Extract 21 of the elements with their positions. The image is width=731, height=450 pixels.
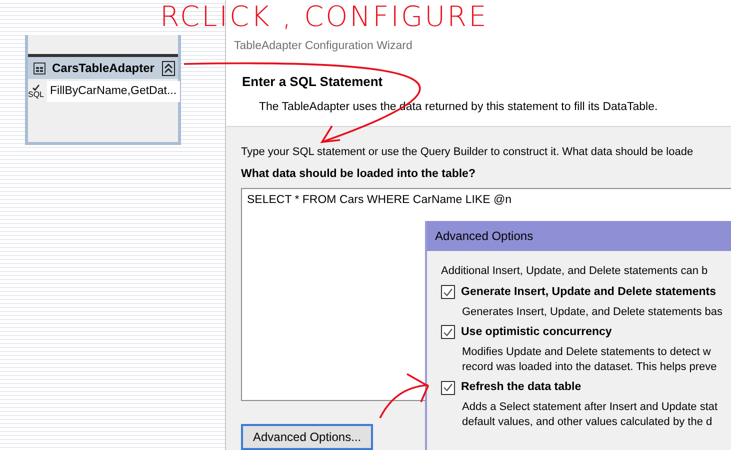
adapter-title: CarsTableAdapter — [52, 60, 156, 77]
instruction-text: Type your SQL statement or use the Query Builder to construct it. What data should be loade — [241, 145, 694, 160]
sql-field-label: What data should be loaded into the table? — [241, 166, 476, 182]
option-label[interactable]: Use optimistic concurrency — [461, 324, 612, 341]
dialog-title-bar: Advanced Options — [427, 221, 731, 251]
option-checkbox[interactable] — [441, 325, 455, 340]
option-description: Generates Insert, Update, and Delete statements bas — [462, 304, 724, 320]
option-checkbox[interactable] — [441, 285, 455, 300]
handwritten-annotation: RCLICK , CONFIGURE — [160, 0, 488, 34]
option-label[interactable]: Generate Insert, Update and Delete statements — [461, 284, 716, 301]
wizard-heading: Enter a SQL Statement — [242, 73, 384, 92]
table-adapter-icon — [33, 62, 46, 74]
option-description: Adds a Select statement after Insert and Update stat default values, and other values calculated by the d — [462, 400, 719, 430]
dialog-intro-text: Additional Insert, Update, and Delete statements can b — [441, 264, 709, 279]
advanced-options-button[interactable]: Advanced Options... — [241, 424, 374, 450]
query-list[interactable]: FillByCarName,GetDat... — [47, 81, 180, 102]
collapse-icon[interactable] — [162, 60, 175, 76]
wizard-title: TableAdapter Configuration Wizard — [234, 39, 412, 54]
option-description: Modifies Update and Delete statements to detect w record was loaded into the dataset. This helps preve — [462, 345, 718, 375]
option-label[interactable]: Refresh the data table — [461, 379, 582, 396]
option-checkbox[interactable] — [441, 380, 455, 395]
